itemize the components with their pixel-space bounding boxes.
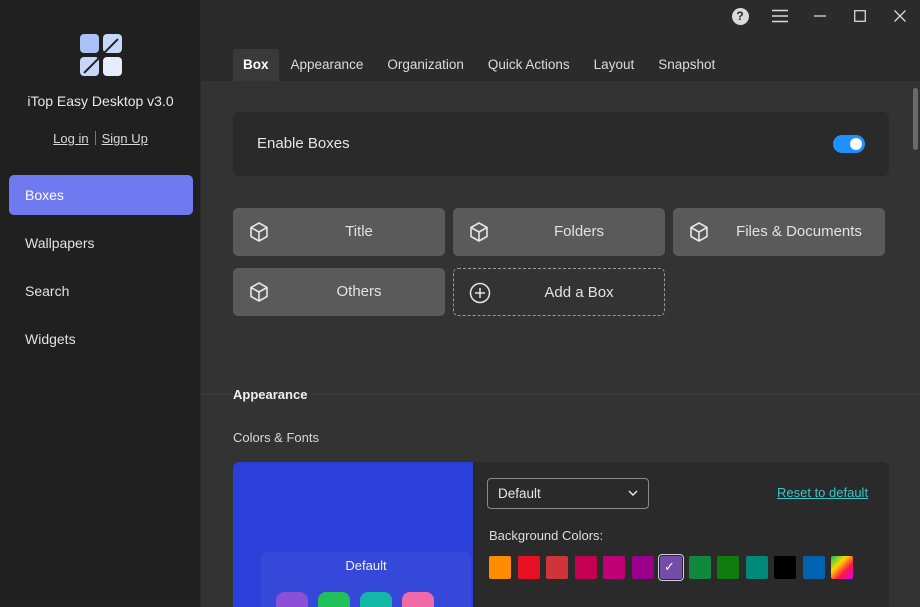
color-swatches: ✓: [489, 554, 860, 581]
chevron-down-icon: [628, 490, 638, 497]
tab-box[interactable]: Box: [233, 49, 279, 81]
cube-icon: [690, 222, 708, 242]
color-swatch[interactable]: [546, 556, 568, 579]
close-icon: [894, 10, 906, 22]
colors-fonts-title: Colors & Fonts: [233, 430, 319, 445]
content-area: Enable Boxes Title Folders Files & Docum…: [201, 81, 920, 607]
hamburger-menu-icon: [772, 9, 788, 23]
sidebar-item-wallpapers[interactable]: Wallpapers: [9, 223, 193, 263]
add-box-label: Add a Box: [544, 284, 614, 301]
box-title-label: Title: [345, 223, 373, 240]
color-swatch[interactable]: [745, 556, 768, 579]
app-title: iTop Easy Desktop v3.0: [27, 93, 174, 109]
sidebar-item-widgets[interactable]: Widgets: [9, 319, 193, 359]
background-colors-label: Background Colors:: [489, 528, 604, 543]
reset-to-default-link[interactable]: Reset to default: [777, 485, 868, 500]
box-others-button[interactable]: Others: [233, 268, 445, 316]
color-swatch[interactable]: [603, 556, 625, 579]
scrollbar[interactable]: [913, 88, 918, 150]
box-files-button[interactable]: Files & Documents: [673, 208, 885, 256]
close-button[interactable]: [885, 4, 915, 28]
color-swatch[interactable]: [802, 556, 825, 579]
tab-bar: Box Appearance Organization Quick Action…: [233, 49, 727, 81]
tab-organization[interactable]: Organization: [375, 49, 476, 81]
help-icon: ?: [731, 7, 749, 25]
color-swatch[interactable]: [774, 556, 796, 579]
appearance-section-title: Appearance: [233, 387, 314, 402]
sidebar: iTop Easy Desktop v3.0 Log in Sign Up Box…: [0, 0, 201, 607]
appearance-card: Default Default Reset to default Backgro…: [233, 462, 889, 607]
color-swatch[interactable]: [688, 556, 711, 579]
tab-layout[interactable]: Layout: [582, 49, 647, 81]
titlebar: ?: [201, 0, 920, 44]
color-swatch[interactable]: [574, 556, 597, 579]
tab-quick-actions[interactable]: Quick Actions: [476, 49, 582, 81]
plus-circle-icon: [469, 282, 491, 304]
tab-appearance[interactable]: Appearance: [279, 49, 376, 81]
box-others-label: Others: [336, 283, 382, 300]
cube-icon: [470, 222, 488, 242]
toggle-knob: [850, 138, 862, 150]
music-app-icon: [402, 592, 434, 607]
maximize-button[interactable]: [845, 4, 875, 28]
cube-icon: [250, 222, 268, 242]
custom-color-swatch[interactable]: [831, 556, 853, 579]
color-swatch[interactable]: [517, 556, 540, 579]
facetime-app-icon: [360, 592, 392, 607]
style-select[interactable]: Default: [487, 478, 649, 509]
add-box-button[interactable]: Add a Box: [453, 268, 665, 316]
main-panel: ? Box Appearance Organization Quick Acti…: [201, 0, 920, 607]
color-swatch[interactable]: ✓: [658, 554, 684, 581]
color-swatch[interactable]: [631, 556, 654, 579]
box-files-label: Files & Documents: [736, 223, 862, 240]
login-link[interactable]: Log in: [53, 131, 88, 146]
enable-boxes-card: Enable Boxes: [233, 112, 889, 176]
color-swatch[interactable]: [717, 556, 739, 579]
auth-links: Log in Sign Up: [0, 131, 201, 146]
menu-button[interactable]: [765, 4, 795, 28]
enable-boxes-label: Enable Boxes: [257, 135, 350, 152]
minimize-icon: [814, 15, 826, 17]
box-title-button[interactable]: Title: [233, 208, 445, 256]
box-preview: Default: [233, 462, 473, 607]
cube-icon: [250, 282, 268, 302]
sidebar-item-search[interactable]: Search: [9, 271, 193, 311]
box-folders-label: Folders: [553, 223, 605, 240]
minimize-button[interactable]: [805, 4, 835, 28]
signup-link[interactable]: Sign Up: [102, 131, 148, 146]
enable-boxes-toggle[interactable]: [833, 135, 865, 153]
style-select-value: Default: [498, 486, 541, 501]
sidebar-item-boxes[interactable]: Boxes: [9, 175, 193, 215]
podcast-app-icon: [276, 592, 308, 607]
maximize-icon: [854, 10, 866, 22]
box-folders-button[interactable]: Folders: [453, 208, 665, 256]
color-swatch[interactable]: [489, 556, 511, 579]
check-icon: ✓: [664, 559, 675, 574]
help-button[interactable]: ?: [725, 4, 755, 28]
auth-separator: [94, 131, 96, 145]
app-logo-icon: [80, 34, 122, 76]
messages-app-icon: [318, 592, 350, 607]
tab-snapshot[interactable]: Snapshot: [646, 49, 727, 81]
preview-label: Default: [345, 558, 387, 573]
